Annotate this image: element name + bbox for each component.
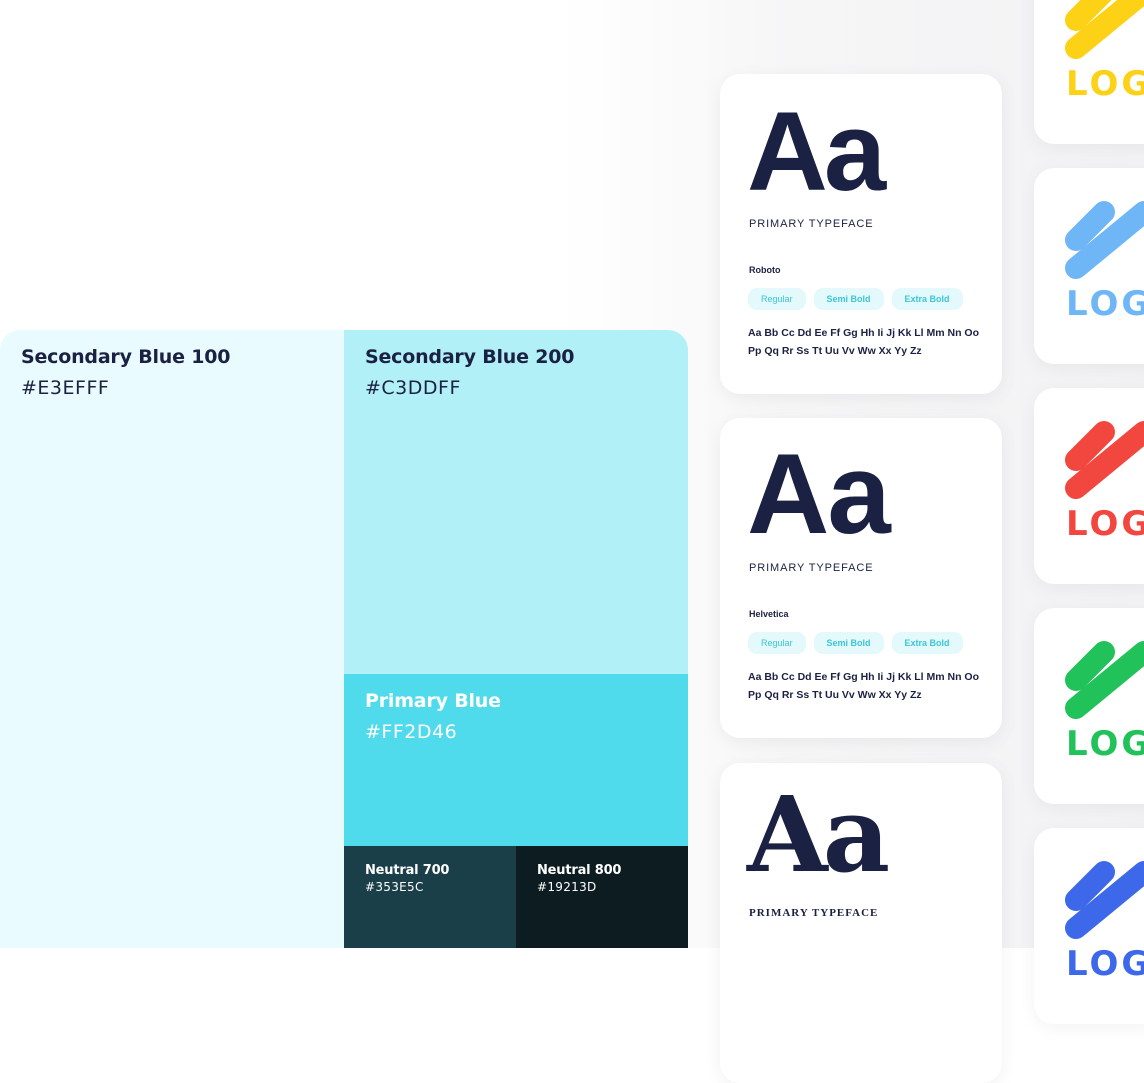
logo-wordmark: LOG [1066, 724, 1144, 764]
logo-mark-icon [1065, 861, 1144, 939]
swatch-secondary-blue-200[interactable]: Secondary Blue 200 #C3DDFF [344, 330, 688, 674]
swatch-hex: #19213D [537, 880, 597, 894]
weight-chip-regular[interactable]: Regular [748, 632, 806, 654]
typeface-sample: Aa [747, 431, 891, 558]
typeface-font-name: Helvetica [749, 609, 789, 619]
logo-card-light-blue[interactable]: LOG [1034, 168, 1144, 364]
typeface-card-serif[interactable]: Aa PRIMARY TYPEFACE [720, 763, 1002, 1083]
alphabet-sample: Aa Bb Cc Dd Ee Ff Gg Hh Ii Jj Kk Ll Mm N… [748, 327, 980, 357]
weight-chips: Regular Semi Bold Extra Bold [748, 632, 963, 654]
swatch-hex: #E3EFFF [21, 377, 110, 399]
typeface-card-helvetica[interactable]: Aa PRIMARY TYPEFACE Helvetica Regular Se… [720, 418, 1002, 738]
weight-chip-semi-bold[interactable]: Semi Bold [813, 288, 884, 310]
logo-mark-icon [1065, 641, 1144, 719]
weight-chip-regular[interactable]: Regular [748, 288, 806, 310]
logo-card-yellow[interactable]: LOG [1034, 0, 1144, 144]
logo-mark-icon [1065, 201, 1144, 279]
swatch-name: Primary Blue [365, 690, 501, 712]
logo-card-green[interactable]: LOG [1034, 608, 1144, 804]
swatch-hex: #FF2D46 [365, 721, 458, 743]
logo-wordmark: LOG [1066, 944, 1144, 984]
typeface-sample: Aa [747, 773, 890, 896]
swatch-name: Secondary Blue 100 [21, 346, 231, 368]
weight-chip-semi-bold[interactable]: Semi Bold [813, 632, 884, 654]
logo-wordmark: LOG [1066, 64, 1144, 104]
typeface-card-roboto[interactable]: Aa PRIMARY TYPEFACE Roboto Regular Semi … [720, 74, 1002, 394]
color-palette: Secondary Blue 100 #E3EFFF Secondary Blu… [0, 330, 688, 948]
typeface-font-name: Roboto [749, 265, 781, 275]
alphabet-sample: Aa Bb Cc Dd Ee Ff Gg Hh Ii Jj Kk Ll Mm N… [748, 671, 980, 701]
typeface-label: PRIMARY TYPEFACE [749, 562, 874, 574]
swatch-name: Neutral 800 [537, 863, 622, 878]
logo-wordmark: LOG [1066, 504, 1144, 544]
swatch-name: Neutral 700 [365, 863, 450, 878]
swatch-neutral-700[interactable]: Neutral 700 #353E5C [344, 846, 516, 948]
typeface-label: PRIMARY TYPEFACE [749, 907, 879, 919]
logo-mark-icon [1065, 0, 1144, 59]
swatch-hex: #353E5C [365, 880, 424, 894]
weight-chips: Regular Semi Bold Extra Bold [748, 288, 963, 310]
swatch-secondary-blue-100[interactable]: Secondary Blue 100 #E3EFFF [0, 330, 344, 948]
logo-mark-icon [1065, 421, 1144, 499]
typeface-sample: Aa [747, 89, 886, 214]
weight-chip-extra-bold[interactable]: Extra Bold [891, 632, 963, 654]
swatch-neutral-800[interactable]: Neutral 800 #19213D [516, 846, 688, 948]
swatch-primary-blue[interactable]: Primary Blue #FF2D46 [344, 674, 688, 846]
logo-card-red[interactable]: LOG [1034, 388, 1144, 584]
logo-wordmark: LOG [1066, 284, 1144, 324]
typeface-label: PRIMARY TYPEFACE [749, 218, 874, 230]
logo-card-blue[interactable]: LOG [1034, 828, 1144, 1024]
swatch-name: Secondary Blue 200 [365, 346, 575, 368]
weight-chip-extra-bold[interactable]: Extra Bold [891, 288, 963, 310]
swatch-hex: #C3DDFF [365, 377, 461, 399]
